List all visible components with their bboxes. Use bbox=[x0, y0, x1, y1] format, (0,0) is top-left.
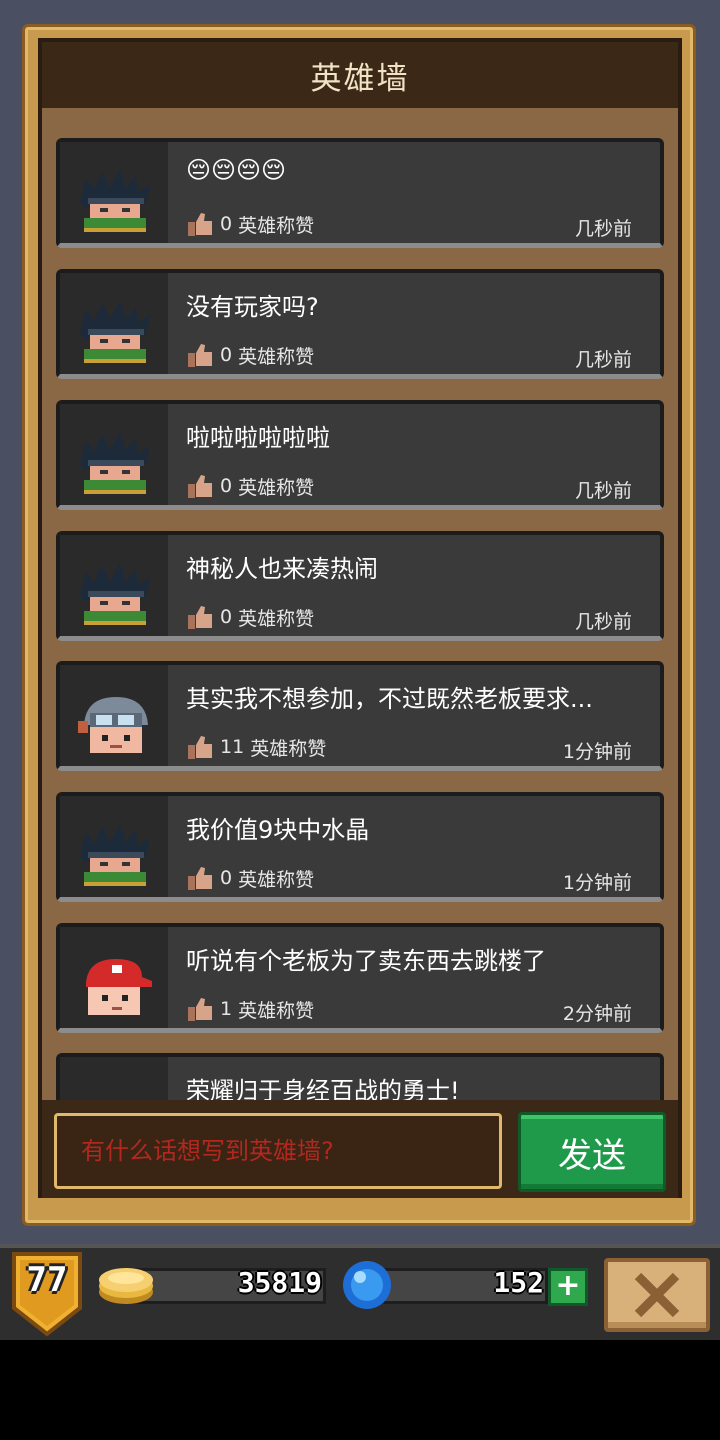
thumbs-up-icon bbox=[188, 606, 212, 629]
message-card[interactable]: 没有玩家吗? 0 英雄称赞 几秒前 bbox=[56, 269, 664, 379]
like-label: 英雄称赞 bbox=[238, 999, 315, 1022]
message-card[interactable]: 听说有个老板为了卖东西去跳楼了 1 英雄称赞 2分钟前 bbox=[56, 923, 664, 1033]
like-count: 0 bbox=[220, 213, 233, 235]
spiky-hair-avatar bbox=[80, 824, 150, 886]
like-label: 英雄称赞 bbox=[250, 737, 327, 760]
blue-gem-icon bbox=[343, 1261, 391, 1309]
avatar-frame bbox=[60, 665, 168, 766]
timestamp: 几秒前 bbox=[574, 349, 632, 371]
like-button[interactable]: 1 英雄称赞 bbox=[186, 995, 314, 1023]
like-button[interactable]: 0 英雄称赞 bbox=[186, 864, 314, 892]
message-card[interactable]: 😔😔😔😔 0 英雄称赞 几秒前 bbox=[56, 138, 664, 248]
like-button[interactable]: 11 英雄称赞 bbox=[186, 733, 326, 761]
like-label: 英雄称赞 bbox=[238, 214, 315, 237]
thumbs-up-icon bbox=[188, 867, 212, 890]
message-text: 神秘人也来凑热闹 bbox=[186, 555, 378, 583]
goggles-avatar bbox=[78, 697, 148, 753]
message-card[interactable]: 啦啦啦啦啦啦 0 英雄称赞 几秒前 bbox=[56, 400, 664, 510]
like-button[interactable]: 0 英雄称赞 bbox=[186, 472, 314, 500]
message-text: 其实我不想参加，不过既然老板要求... bbox=[186, 685, 593, 713]
like-count: 0 bbox=[220, 344, 233, 366]
message-text: 啦啦啦啦啦啦 bbox=[186, 424, 330, 452]
avatar-frame bbox=[60, 796, 168, 897]
like-label: 英雄称赞 bbox=[238, 868, 315, 891]
message-text: 😔😔😔😔 bbox=[186, 156, 287, 184]
red-cap-avatar bbox=[86, 959, 152, 1015]
like-button[interactable]: 0 英雄称赞 bbox=[186, 603, 314, 631]
message-text: 听说有个老板为了卖东西去跳楼了 bbox=[186, 947, 546, 975]
thumbs-up-icon bbox=[188, 475, 212, 498]
message-card[interactable]: 神秘人也来凑热闹 0 英雄称赞 几秒前 bbox=[56, 531, 664, 641]
close-icon bbox=[634, 1272, 680, 1318]
gold-coin-icon bbox=[99, 1268, 153, 1304]
message-list[interactable]: 😔😔😔😔 0 英雄称赞 几秒前 没有玩家吗? 0 英雄称赞 几秒前 啦啦啦啦啦啦… bbox=[42, 108, 678, 1100]
message-input[interactable] bbox=[54, 1113, 502, 1189]
message-card[interactable]: 其实我不想参加，不过既然老板要求... 11 英雄称赞 1分钟前 bbox=[56, 661, 664, 771]
timestamp: 几秒前 bbox=[574, 218, 632, 240]
thumbs-up-icon bbox=[188, 998, 212, 1021]
spiky-hair-avatar bbox=[80, 170, 150, 232]
send-button[interactable]: 发送 bbox=[518, 1112, 666, 1192]
page-title: 英雄墙 bbox=[310, 60, 410, 97]
close-button[interactable] bbox=[604, 1258, 710, 1332]
thumbs-up-icon bbox=[188, 736, 212, 759]
timestamp: 1分钟前 bbox=[562, 872, 632, 894]
screen-bottom bbox=[0, 1340, 720, 1440]
avatar-frame bbox=[60, 404, 168, 505]
thumbs-up-icon bbox=[188, 344, 212, 367]
like-button[interactable]: 0 英雄称赞 bbox=[186, 341, 314, 369]
add-gems-button[interactable]: + bbox=[548, 1268, 588, 1306]
like-count: 11 bbox=[220, 736, 245, 758]
spiky-hair-avatar bbox=[80, 432, 150, 494]
like-count: 0 bbox=[220, 606, 233, 628]
like-count: 0 bbox=[220, 475, 233, 497]
timestamp: 几秒前 bbox=[574, 480, 632, 502]
gem-count: 152 bbox=[493, 1266, 544, 1299]
gray-avatar bbox=[76, 1083, 154, 1100]
thumbs-up-icon bbox=[188, 213, 212, 236]
message-text: 没有玩家吗? bbox=[186, 293, 319, 321]
message-card[interactable]: 荣耀归于身经百战的勇士! bbox=[56, 1053, 664, 1100]
timestamp: 1分钟前 bbox=[562, 741, 632, 763]
like-label: 英雄称赞 bbox=[238, 476, 315, 499]
spiky-hair-avatar bbox=[80, 563, 150, 625]
like-button[interactable]: 0 英雄称赞 bbox=[186, 210, 314, 238]
avatar-frame bbox=[60, 1057, 168, 1100]
like-count: 0 bbox=[220, 867, 233, 889]
like-label: 英雄称赞 bbox=[238, 345, 315, 368]
avatar-frame bbox=[60, 142, 168, 243]
avatar-frame bbox=[60, 535, 168, 636]
spiky-hair-avatar bbox=[80, 301, 150, 363]
like-count: 1 bbox=[220, 998, 233, 1020]
message-text: 我价值9块中水晶 bbox=[186, 816, 370, 844]
title-bar: 英雄墙 bbox=[42, 42, 678, 108]
message-card[interactable]: 我价值9块中水晶 0 英雄称赞 1分钟前 bbox=[56, 792, 664, 902]
gold-count: 35819 bbox=[237, 1266, 322, 1299]
avatar-frame bbox=[60, 273, 168, 374]
message-text: 荣耀归于身经百战的勇士! bbox=[186, 1077, 460, 1100]
avatar-frame bbox=[60, 927, 168, 1028]
player-level: 77 bbox=[26, 1260, 68, 1300]
like-label: 英雄称赞 bbox=[238, 607, 315, 630]
timestamp: 2分钟前 bbox=[562, 1003, 632, 1025]
timestamp: 几秒前 bbox=[574, 611, 632, 633]
